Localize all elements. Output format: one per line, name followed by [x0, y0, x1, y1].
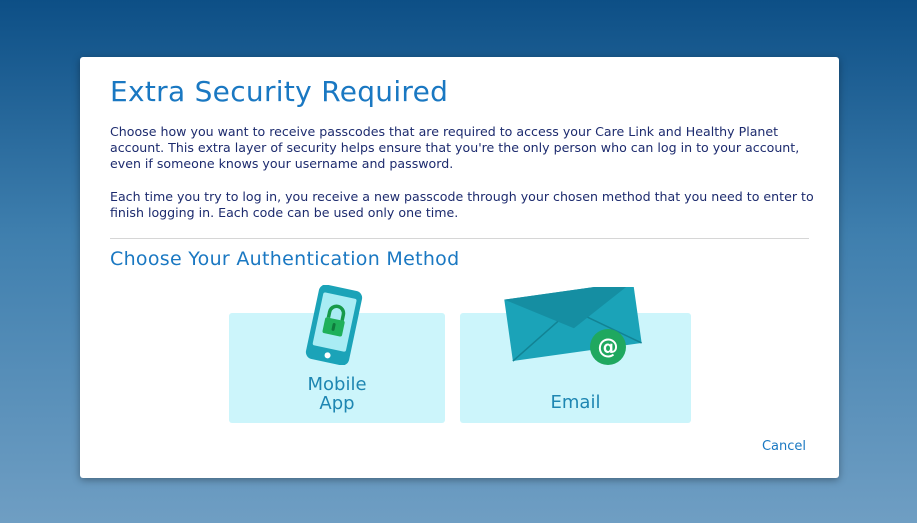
email-label: Email	[550, 392, 601, 413]
auth-method-heading: Choose Your Authentication Method	[110, 248, 460, 270]
dialog-description-1: Choose how you want to receive passcodes…	[110, 124, 800, 171]
dialog-description-2: Each time you try to log in, you receive…	[110, 189, 814, 220]
mobile-phone-lock-icon	[305, 285, 363, 365]
extra-security-dialog: Extra Security Required Choose how you w…	[80, 57, 839, 478]
svg-text:@: @	[598, 335, 619, 359]
dialog-title: Extra Security Required	[110, 75, 449, 108]
divider	[110, 238, 809, 239]
cancel-link[interactable]: Cancel	[762, 439, 806, 454]
mobile-app-label: Mobile App	[307, 374, 367, 414]
envelope-at-icon: @	[504, 287, 642, 365]
